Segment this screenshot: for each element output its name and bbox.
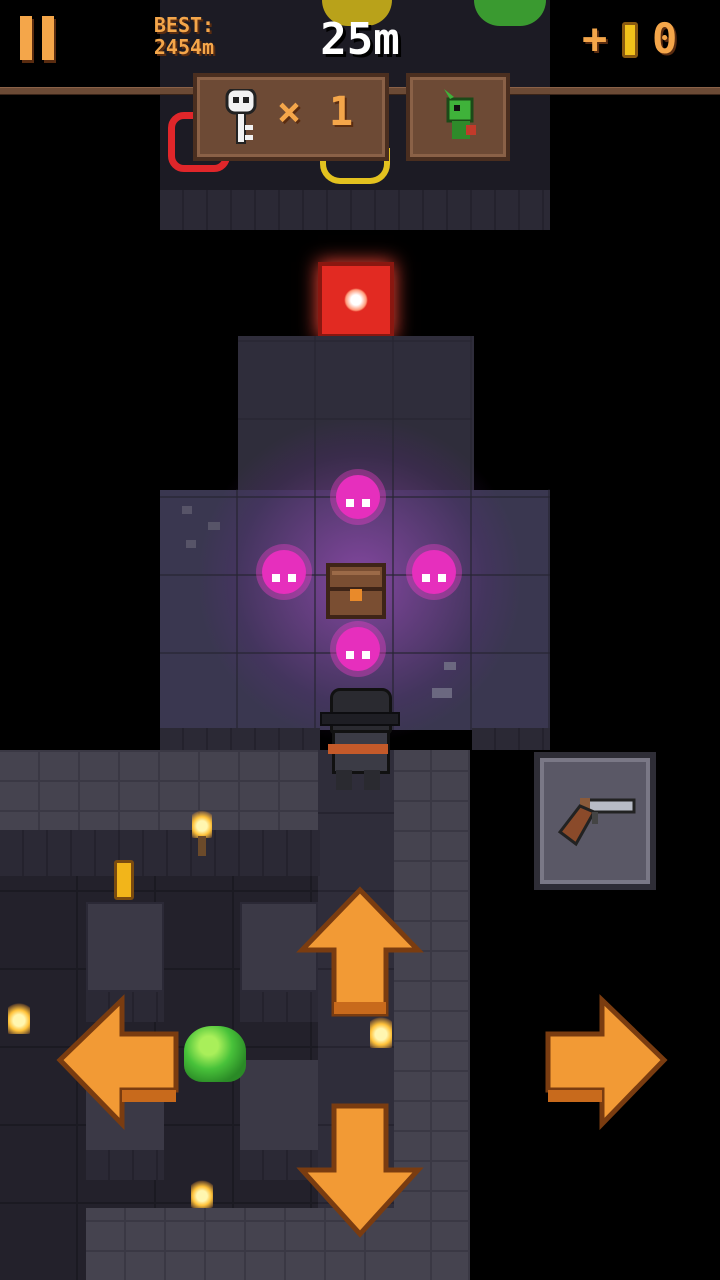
stone-wall-left [0, 750, 320, 840]
move-left-button[interactable] [56, 994, 182, 1134]
purple-room-bottom-wall [160, 728, 320, 750]
pink-ghost-enemy [256, 544, 312, 600]
pet-panel[interactable] [406, 73, 510, 161]
keys-multiplier: × [277, 89, 302, 135]
treasure-chest [326, 563, 386, 619]
pause-icon-bar [42, 16, 54, 60]
pink-ghost-enemy [406, 544, 462, 600]
rubble [444, 662, 456, 670]
distance-counter: 25m [320, 14, 400, 65]
rubble [432, 688, 452, 698]
pause-button[interactable] [18, 14, 58, 64]
torch-icon [186, 1178, 218, 1214]
move-up-button[interactable] [296, 884, 424, 1024]
stone-wall-face [0, 830, 320, 876]
green-dragon-icon [438, 89, 482, 145]
pink-ghost-enemy [330, 621, 386, 677]
keys-panel: × 1 [193, 73, 389, 161]
game-screen: BEST: 2454m 25m + 0 × 1 [0, 0, 720, 1280]
rubble [208, 522, 220, 530]
best-value: 2454m [153, 35, 215, 59]
coin-count: 0 [652, 14, 678, 63]
move-down-button[interactable] [296, 1100, 424, 1240]
red-glowing-tile [318, 262, 394, 338]
green-slime-enemy [184, 1026, 246, 1082]
pause-icon [20, 16, 32, 60]
arrow-right-icon [545, 994, 668, 1131]
coin-counter: + 0 [578, 14, 708, 68]
coin-icon [622, 22, 638, 58]
rubble [186, 540, 196, 548]
coin-plus: + [582, 14, 608, 63]
top-room-wall [160, 190, 550, 230]
best-label: BEST: [153, 13, 215, 37]
best-score: BEST: 2454m [136, 14, 232, 58]
purple-room-bottom-wall-right [472, 728, 550, 750]
keys-count: 1 [329, 89, 354, 135]
flintlock-pistol-icon [554, 792, 640, 848]
skull-key-icon [223, 87, 259, 145]
gold-coin-pickup [114, 860, 134, 900]
arrow-left-icon [56, 994, 179, 1131]
pillar-3-face [86, 1150, 164, 1180]
weapon-slot-button[interactable] [534, 752, 656, 890]
torch-icon [2, 998, 36, 1054]
arrow-up-icon [296, 886, 424, 1017]
rubble [182, 506, 192, 514]
torch-icon [184, 808, 220, 858]
arrow-down-icon [296, 1103, 424, 1238]
move-right-button[interactable] [542, 994, 668, 1134]
pink-ghost-enemy [330, 469, 386, 525]
player-character [318, 682, 400, 794]
pillar-1 [86, 902, 164, 992]
